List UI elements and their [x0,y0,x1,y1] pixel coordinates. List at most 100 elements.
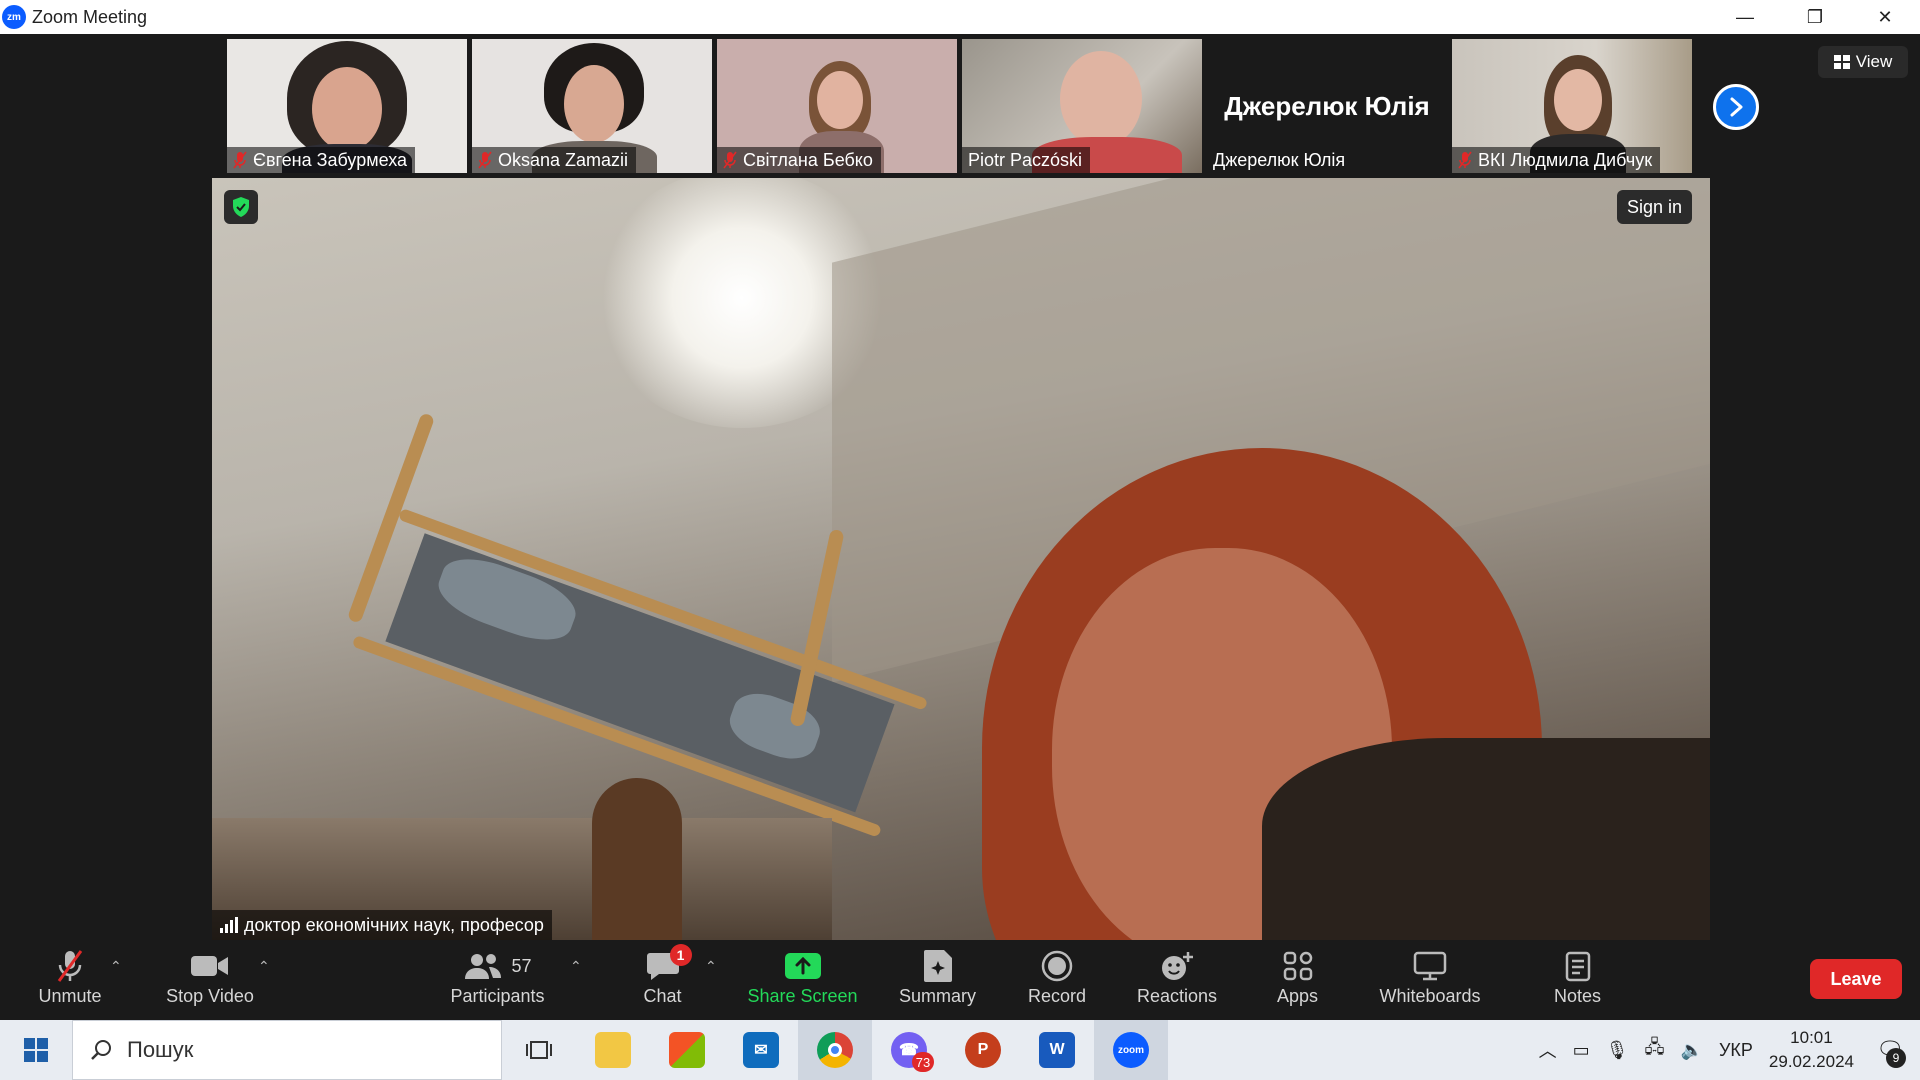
video-options-caret-icon[interactable]: ⌃ [258,958,270,975]
participant-name-tag: ВКІ Людмила Дибчук [1452,147,1661,173]
unmute-label: Unmute [38,986,102,1006]
word-icon: W [1039,1032,1075,1068]
title-bar: zm Zoom Meeting — ❐ ✕ [0,0,1920,34]
participant-tile[interactable]: Євгена Забурмеха [227,39,467,173]
language-indicator[interactable]: УКР [1719,1040,1753,1061]
whiteboard-icon [1413,951,1447,981]
participant-tile[interactable]: Світлана Бебко [717,39,957,173]
notes-button[interactable]: Notes [1545,940,1610,1020]
shield-check-icon [233,197,249,217]
participant-name: Oksana Zamazii [498,149,629,170]
chrome-app[interactable] [798,1020,872,1080]
participant-name: ВКІ Людмила Дибчук [1478,149,1653,170]
network-icon[interactable]: 🖧 [1644,1035,1664,1065]
mic-muted-icon [1458,151,1472,169]
chevron-up-icon[interactable]: ︿ [1539,1037,1557,1063]
task-view-icon [526,1041,552,1059]
grid-icon [1833,55,1850,69]
participants-count: 57 [511,955,532,976]
whiteboards-button[interactable]: Whiteboards [1370,940,1490,1020]
folder-icon [595,1032,631,1068]
viber-badge: 73 [912,1052,934,1072]
share-screen-button[interactable]: Share Screen [745,940,860,1020]
participants-label: Participants [450,986,545,1006]
file-explorer-app[interactable] [576,1020,650,1080]
reactions-button[interactable]: Reactions [1127,940,1227,1020]
main-speaker-video[interactable]: Sign in доктор економічних наук, професо… [212,178,1710,940]
powerpoint-app[interactable]: P [946,1020,1020,1080]
mic-muted-icon [478,151,492,169]
audio-options-caret-icon[interactable]: ⌃ [110,958,122,975]
word-app[interactable]: W [1020,1020,1094,1080]
close-button[interactable]: ✕ [1850,0,1920,34]
record-button[interactable]: Record [1017,940,1097,1020]
stop-video-button[interactable]: Stop Video [155,940,265,1020]
participant-tile[interactable]: ВКІ Людмила Дибчук [1452,39,1692,173]
viber-app[interactable]: ☎ 73 [872,1020,946,1080]
signal-strength-icon [220,917,238,933]
notification-count: 9 [1886,1048,1906,1068]
start-button[interactable] [0,1020,72,1080]
chat-unread-badge: 1 [669,944,692,966]
task-view-button[interactable] [502,1020,576,1080]
participant-tile[interactable]: Piotr Paczóski [962,39,1202,173]
record-icon [1041,950,1073,982]
participant-name-tag: Євгена Забурмеха [227,147,416,173]
participant-tile[interactable]: Джерелюк Юлія Джерелюк Юлія [1207,39,1447,173]
clock-time: 10:01 [1790,1028,1833,1047]
whiteboards-label: Whiteboards [1379,986,1481,1006]
participants-button[interactable]: 57 Participants [445,940,550,1020]
mail-icon: ✉ [743,1032,779,1068]
meeting-toolbar: Unmute ⌃ Stop Video ⌃ 57 Participants ⌃ … [0,940,1920,1020]
sign-in-button[interactable]: Sign in [1616,190,1692,224]
mic-muted-icon [723,151,737,169]
zoom-app[interactable]: zoom [1094,1020,1168,1080]
restore-button[interactable]: ❐ [1780,0,1850,34]
participant-name: Євгена Забурмеха [253,149,408,170]
reactions-label: Reactions [1136,986,1218,1006]
participant-name: Piotr Paczóski [968,149,1083,170]
search-placeholder: Пошук [127,1037,194,1062]
minimize-button[interactable]: — [1710,0,1780,34]
microphone-icon[interactable]: 🎙 [1606,1040,1629,1061]
leave-button[interactable]: Leave [1810,959,1902,999]
chat-label: Chat [643,986,682,1006]
summary-button[interactable]: Summary [890,940,985,1020]
chat-button[interactable]: 1 Chat [625,940,700,1020]
participants-icon [465,954,502,979]
next-page-button[interactable] [1713,84,1759,130]
participant-name: Світлана Бебко [743,149,873,170]
taskbar-search-box[interactable]: Пошук [72,1020,502,1080]
notes-label: Notes [1553,986,1602,1006]
microsoft-store-app[interactable] [650,1020,724,1080]
battery-icon[interactable]: ▭ [1573,1040,1590,1061]
meeting-area: Євгена Забурмеха Oksana Zamazii Світлана… [0,34,1920,940]
powerpoint-icon: P [965,1032,1001,1068]
record-label: Record [1027,986,1087,1006]
mic-muted-icon [57,950,83,982]
participant-name-tag: Oksana Zamazii [472,147,637,173]
participant-tile[interactable]: Oksana Zamazii [472,39,712,173]
participant-name-tag: Світлана Бебко [717,147,881,173]
notification-center-button[interactable]: 🗨 9 [1870,1030,1910,1070]
clock[interactable]: 10:01 29.02.2024 [1769,1026,1854,1074]
view-button[interactable]: View [1818,46,1908,78]
video-camera-icon [191,956,228,976]
speaker-name-tag: доктор економічних наук, професор [212,910,552,940]
clock-date: 29.02.2024 [1768,1052,1854,1071]
mic-muted-icon [233,151,247,169]
notes-icon [1565,951,1590,982]
volume-icon[interactable]: 🔈 [1681,1040,1703,1061]
participants-options-caret-icon[interactable]: ⌃ [570,958,582,975]
apps-icon [1283,951,1312,981]
speaker-name: доктор економічних наук, професор [244,914,544,935]
participant-name-tag: Piotr Paczóski [962,147,1091,173]
mail-app[interactable]: ✉ [724,1020,798,1080]
chat-options-caret-icon[interactable]: ⌃ [705,958,717,975]
apps-button[interactable]: Apps [1260,940,1335,1020]
chrome-icon [817,1032,853,1068]
unmute-button[interactable]: Unmute [30,940,110,1020]
security-shield-button[interactable] [224,190,258,224]
search-icon [91,1040,111,1060]
summary-label: Summary [898,986,976,1006]
